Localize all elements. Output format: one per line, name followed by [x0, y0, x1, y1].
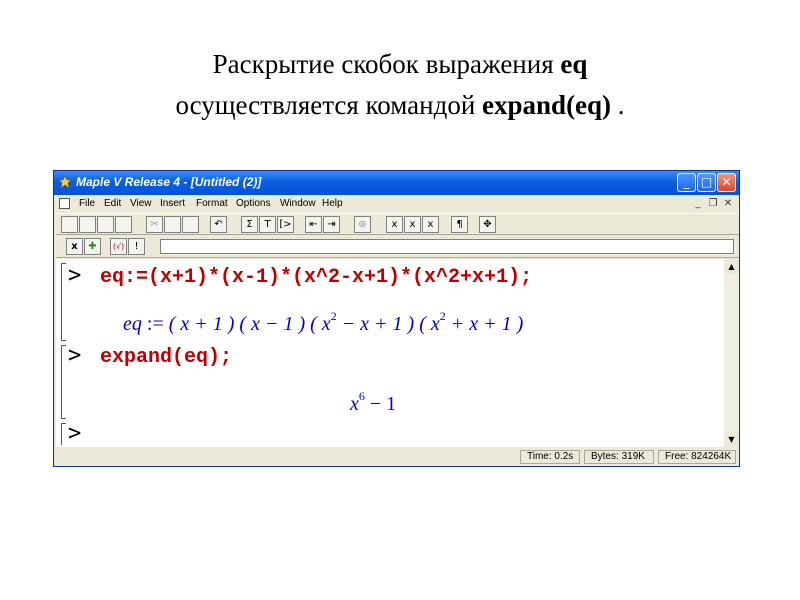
open-icon[interactable] [79, 216, 96, 233]
scroll-up-icon[interactable]: ▲ [724, 259, 739, 274]
stop-icon[interactable]: ⊛ [354, 216, 371, 233]
output-1-rhs-b: − x + 1 ) ( x [336, 313, 440, 335]
maple-leaf-icon[interactable]: ✚ [84, 238, 101, 255]
output-1-rhs-c: + x + 1 ) [445, 313, 524, 335]
input-line-1[interactable]: eq:=(x+1)*(x-1)*(x^2-x+1)*(x^2+x+1); [100, 266, 532, 289]
scroll-down-icon[interactable]: ▼ [724, 432, 739, 447]
output-2-base: x [350, 393, 359, 415]
status-free: Free: 824264K [658, 450, 736, 464]
heading-line-1: Раскрытие скобок выражения eq [0, 44, 800, 85]
close-button[interactable]: ✕ [717, 173, 736, 192]
menu-bar: File Edit View Insert Format Options Win… [54, 195, 739, 213]
new-icon[interactable] [61, 216, 78, 233]
doc-minimize-button[interactable]: _ [692, 198, 704, 210]
pilcrow-icon[interactable]: ¶ [451, 216, 468, 233]
prompt-icon[interactable]: [> [277, 216, 294, 233]
menu-insert[interactable]: Insert [160, 198, 185, 209]
heading-line-2: осуществляется командой expand(eq) . [0, 85, 800, 126]
menu-format[interactable]: Format [196, 198, 228, 209]
print-icon[interactable] [115, 216, 132, 233]
output-1-assign: := [141, 313, 169, 335]
x-italic-icon[interactable]: x [404, 216, 421, 233]
status-time: Time: 0.2s [520, 450, 580, 464]
command-input[interactable] [160, 239, 734, 254]
prompt-2: > [68, 343, 82, 368]
x-icon[interactable]: x [386, 216, 403, 233]
text-icon[interactable]: T [259, 216, 276, 233]
group-bracket-2[interactable] [61, 345, 66, 419]
maximize-button[interactable]: □ [697, 173, 716, 192]
doc-close-button[interactable]: ✕ [722, 198, 734, 210]
status-bytes: Bytes: 319K [584, 450, 654, 464]
doc-restore-button[interactable]: ❐ [707, 198, 719, 210]
main-toolbar: ✂ ↶ Σ T [> ⇤ ⇥ ⊛ x x x ¶ ✥ [56, 213, 739, 235]
maple-leaf-icon [59, 176, 71, 188]
menu-view[interactable]: View [130, 198, 152, 209]
heading-end-2: . [611, 90, 625, 120]
window-title: Maple V Release 4 - [Untitled (2)] [76, 175, 262, 189]
paste-icon[interactable] [182, 216, 199, 233]
undo-icon[interactable]: ↶ [210, 216, 227, 233]
group-bracket-1[interactable] [61, 263, 66, 341]
heading-bold-1: eq [560, 49, 588, 79]
group-bracket-3[interactable] [61, 423, 66, 445]
worksheet[interactable]: > eq:=(x+1)*(x-1)*(x^2-x+1)*(x^2+x+1); e… [56, 259, 724, 447]
output-1-lhs: eq [123, 313, 142, 335]
minimize-button[interactable]: _ [677, 173, 696, 192]
heading-bold-2: expand(eq) [482, 90, 612, 120]
outdent-icon[interactable]: ⇤ [305, 216, 322, 233]
x-bold-icon[interactable]: x [422, 216, 439, 233]
move-icon[interactable]: ✥ [479, 216, 496, 233]
indent-icon[interactable]: ⇥ [323, 216, 340, 233]
vertical-scrollbar[interactable]: ▲ ▼ [724, 259, 739, 447]
x-toggle-icon[interactable]: x [66, 238, 83, 255]
maple-window: Maple V Release 4 - [Untitled (2)] _ □ ✕… [53, 170, 740, 467]
execute-icon[interactable]: ! [128, 238, 145, 255]
title-bar[interactable]: Maple V Release 4 - [Untitled (2)] _ □ ✕ [54, 171, 739, 195]
menu-help[interactable]: Help [322, 198, 343, 209]
slide-heading: Раскрытие скобок выражения eq осуществля… [0, 44, 800, 126]
document-icon[interactable] [59, 198, 70, 209]
menu-window[interactable]: Window [280, 198, 316, 209]
prompt-1: > [68, 263, 82, 288]
copy-icon[interactable] [164, 216, 181, 233]
menu-options[interactable]: Options [236, 198, 270, 209]
output-2: x6 − 1 [350, 389, 396, 416]
sigma-icon[interactable]: Σ [241, 216, 258, 233]
output-2-rest: − 1 [364, 393, 397, 415]
heading-text-1: Раскрытие скобок выражения [212, 49, 561, 79]
menu-edit[interactable]: Edit [104, 198, 121, 209]
save-icon[interactable] [97, 216, 114, 233]
prompt-3: > [68, 421, 82, 446]
heading-text-2: осуществляется командой [175, 90, 483, 120]
sqrt-icon[interactable]: (√) [110, 238, 127, 255]
output-1-rhs-a: ( x + 1 ) ( x − 1 ) ( x [168, 313, 331, 335]
context-toolbar: x ✚ (√) ! [56, 236, 739, 258]
cut-icon[interactable]: ✂ [146, 216, 163, 233]
output-1: eq := ( x + 1 ) ( x − 1 ) ( x2 − x + 1 )… [123, 309, 523, 336]
input-line-2[interactable]: expand(eq); [100, 346, 232, 369]
menu-file[interactable]: File [79, 198, 95, 209]
status-bar: Time: 0.2s Bytes: 319K Free: 824264K [54, 448, 739, 466]
